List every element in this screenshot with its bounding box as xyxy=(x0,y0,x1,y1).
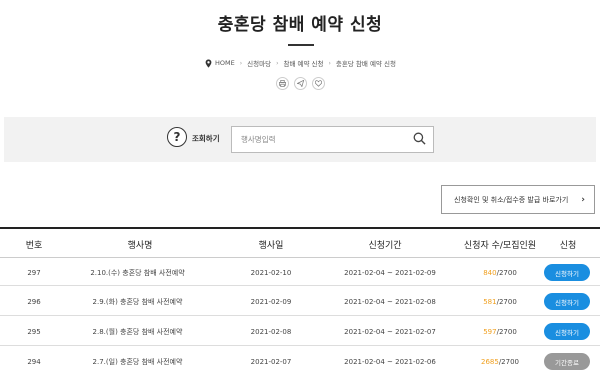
breadcrumb-current: 충혼당 참배 예약 신청 xyxy=(335,60,396,68)
row-period: 2021-02-04 ~ 2021-02-09 xyxy=(344,268,436,277)
breadcrumb: HOME › 신청마당 › 참배 예약 신청 › 충혼당 참배 예약 신청 xyxy=(0,58,600,68)
row-event-date: 2021-02-10 xyxy=(250,268,292,277)
row-number: 294 xyxy=(27,357,41,366)
row-applicants: 581/2700 xyxy=(460,287,540,316)
row-applicants: 840/2700 xyxy=(460,258,540,287)
row-event-date: 2021-02-07 xyxy=(250,357,292,366)
applicant-count: 2685 xyxy=(480,357,499,366)
breadcrumb-separator: › xyxy=(239,59,243,67)
search-icon xyxy=(413,132,426,145)
heart-icon xyxy=(314,80,322,87)
breadcrumb-separator: › xyxy=(328,59,331,67)
search-button[interactable] xyxy=(412,132,426,146)
header-applicants: 신청자 수/모집인원 xyxy=(463,241,537,251)
breadcrumb-item[interactable]: 신청마당 xyxy=(247,58,271,68)
row-number: 296 xyxy=(27,297,41,306)
breadcrumb-home[interactable]: HOME xyxy=(215,59,235,67)
favorite-button[interactable] xyxy=(311,77,325,90)
row-applicants: 597/2700 xyxy=(460,317,540,346)
print-button[interactable] xyxy=(275,77,289,90)
link-button-label: 신청확인 및 취소/접수증 발급 바로가기 xyxy=(454,195,569,204)
apply-button[interactable]: 신청하기 xyxy=(544,323,590,340)
header-event-name: 행사명 xyxy=(127,241,153,251)
table-top-border xyxy=(0,227,600,229)
title-divider xyxy=(288,44,314,46)
row-number: 297 xyxy=(27,268,41,277)
help-icon: ? xyxy=(167,127,187,147)
row-number: 295 xyxy=(27,327,41,336)
capacity: /2700 xyxy=(496,327,517,336)
location-pin-icon xyxy=(205,58,212,68)
search-input[interactable] xyxy=(231,126,434,153)
row-event-name[interactable]: 2.8.(월) 충혼당 참배 사전예약 xyxy=(70,317,205,346)
apply-button[interactable]: 신청하기 xyxy=(544,264,590,281)
print-icon xyxy=(278,80,286,87)
share-button[interactable] xyxy=(293,77,307,90)
header-apply: 신청 xyxy=(559,241,577,251)
capacity: /2700 xyxy=(498,357,519,366)
page-title: 충혼당 참배 예약 신청 xyxy=(217,15,383,35)
apply-button[interactable]: 신청하기 xyxy=(544,293,590,310)
applicant-count: 581 xyxy=(483,297,497,306)
header-application-period: 신청기간 xyxy=(368,241,402,251)
row-event-date: 2021-02-09 xyxy=(250,297,292,306)
period-ended-button[interactable]: 기간종료 xyxy=(544,353,590,370)
row-period: 2021-02-04 ~ 2021-02-08 xyxy=(344,297,436,306)
header-event-date: 행사일 xyxy=(258,241,284,251)
row-action: 신청하기 xyxy=(543,317,591,346)
row-event-date: 2021-02-08 xyxy=(250,327,292,336)
search-label: 조회하기 xyxy=(192,134,220,143)
send-icon xyxy=(296,80,304,87)
row-period: 2021-02-04 ~ 2021-02-06 xyxy=(344,357,436,366)
row-action: 신청하기 xyxy=(543,287,591,316)
capacity: /2700 xyxy=(496,268,517,277)
row-applicants: 2685/2700 xyxy=(460,347,540,371)
table-row: 295 2.8.(월) 충혼당 참배 사전예약 2021-02-08 2021-… xyxy=(0,317,600,346)
row-action: 기간종료 xyxy=(543,347,591,371)
applicant-count: 840 xyxy=(483,268,497,277)
header-number: 번호 xyxy=(25,241,43,251)
table-row: 297 2.10.(수) 충혼당 참배 사전예약 2021-02-10 2021… xyxy=(0,257,600,286)
capacity: /2700 xyxy=(496,297,517,306)
share-toolbar xyxy=(0,77,600,90)
table-row: 296 2.9.(화) 충혼당 참배 사전예약 2021-02-09 2021-… xyxy=(0,287,600,316)
applicant-count: 597 xyxy=(483,327,497,336)
row-event-name[interactable]: 2.7.(일) 충혼당 참배 사전예약 xyxy=(70,347,205,371)
row-action: 신청하기 xyxy=(543,258,591,287)
confirm-cancel-link-button[interactable]: 신청확인 및 취소/접수증 발급 바로가기 › xyxy=(441,185,595,214)
row-event-name[interactable]: 2.9.(화) 충혼당 참배 사전예약 xyxy=(70,287,205,316)
table-row: 294 2.7.(일) 충혼당 참배 사전예약 2021-02-07 2021-… xyxy=(0,347,600,371)
row-event-name[interactable]: 2.10.(수) 충혼당 참배 사전예약 xyxy=(70,258,205,287)
breadcrumb-separator: › xyxy=(276,59,279,67)
breadcrumb-item[interactable]: 참배 예약 신청 xyxy=(284,58,324,68)
row-period: 2021-02-04 ~ 2021-02-07 xyxy=(344,327,436,336)
chevron-right-icon: › xyxy=(581,195,585,205)
